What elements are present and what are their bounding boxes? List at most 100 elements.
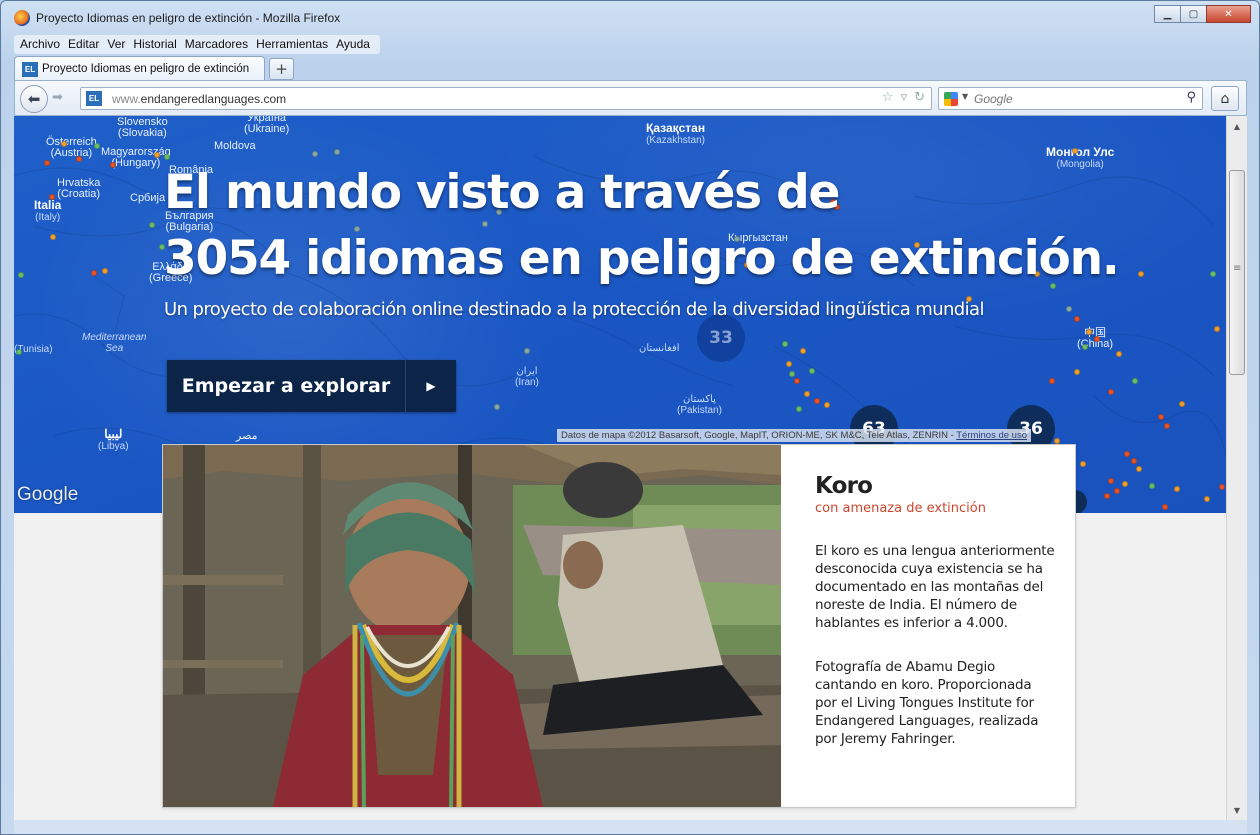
language-name[interactable]: Koro xyxy=(815,473,1055,499)
language-marker[interactable] xyxy=(18,272,24,278)
language-marker[interactable] xyxy=(1074,316,1080,322)
scroll-up-icon[interactable]: ▲ xyxy=(1229,118,1245,134)
search-input[interactable] xyxy=(974,90,1174,107)
language-marker[interactable] xyxy=(1210,271,1216,277)
language-marker[interactable] xyxy=(1131,458,1137,464)
new-tab-button[interactable]: + xyxy=(269,58,294,80)
language-marker[interactable] xyxy=(334,149,340,155)
reload-icon[interactable]: ↻ xyxy=(914,90,925,105)
menu-editar[interactable]: Editar xyxy=(66,35,105,54)
marker-cluster[interactable]: 33 xyxy=(697,314,745,362)
menu-historial[interactable]: Historial xyxy=(131,35,182,54)
map-label-pakistan: پاکستان (Pakistan) xyxy=(677,394,723,416)
language-marker[interactable] xyxy=(1049,378,1055,384)
language-marker[interactable] xyxy=(94,143,100,149)
history-dropdown-icon[interactable]: ▿ xyxy=(901,90,908,105)
language-marker[interactable] xyxy=(91,270,97,276)
language-marker[interactable] xyxy=(494,404,500,410)
back-button[interactable]: ⬅ xyxy=(20,85,48,113)
language-marker[interactable] xyxy=(782,341,788,347)
language-marker[interactable] xyxy=(1072,148,1078,154)
language-marker[interactable] xyxy=(1174,486,1180,492)
language-marker[interactable] xyxy=(1132,378,1138,384)
language-marker[interactable] xyxy=(1158,414,1164,420)
language-marker[interactable] xyxy=(1094,336,1100,342)
language-marker[interactable] xyxy=(1114,488,1120,494)
terms-of-use-link[interactable]: Términos de uso xyxy=(956,430,1027,441)
language-marker[interactable] xyxy=(1204,496,1210,502)
maximize-icon[interactable]: ▢ xyxy=(1180,5,1207,23)
forward-button[interactable]: ➡ xyxy=(52,90,63,105)
language-marker[interactable] xyxy=(804,391,810,397)
language-marker[interactable] xyxy=(1082,344,1088,350)
language-marker[interactable] xyxy=(1214,326,1220,332)
language-marker[interactable] xyxy=(1149,483,1155,489)
back-arrow-icon: ⬅ xyxy=(27,90,41,108)
play-arrow-icon: ▶ xyxy=(405,360,456,412)
language-marker[interactable] xyxy=(786,361,792,367)
menu-archivo[interactable]: Archivo xyxy=(18,35,66,54)
language-marker[interactable] xyxy=(1066,306,1072,312)
language-marker[interactable] xyxy=(789,371,795,377)
language-marker[interactable] xyxy=(1162,504,1168,510)
language-marker[interactable] xyxy=(1116,351,1122,357)
language-marker[interactable] xyxy=(312,151,318,157)
search-icon[interactable]: ⚲ xyxy=(1186,90,1196,105)
language-marker[interactable] xyxy=(1164,423,1170,429)
language-marker[interactable] xyxy=(1080,461,1086,467)
language-marker[interactable] xyxy=(1219,484,1225,490)
scroll-down-icon[interactable]: ▼ xyxy=(1229,802,1245,818)
start-exploring-label: Empezar a explorar xyxy=(181,375,391,397)
language-marker[interactable] xyxy=(524,348,530,354)
language-marker[interactable] xyxy=(824,402,830,408)
search-bar[interactable]: ▼ ⚲ xyxy=(938,87,1203,110)
language-marker[interactable] xyxy=(110,162,116,168)
google-search-engine-icon[interactable] xyxy=(944,92,958,106)
language-marker[interactable] xyxy=(800,348,806,354)
language-marker[interactable] xyxy=(1124,451,1130,457)
vertical-scrollbar[interactable]: ▲ ▼ xyxy=(1226,116,1247,820)
google-logo[interactable]: Google xyxy=(17,484,78,506)
menu-herramientas[interactable]: Herramientas xyxy=(254,35,334,54)
language-marker[interactable] xyxy=(50,234,56,240)
search-engine-dropdown-icon[interactable]: ▼ xyxy=(962,92,968,101)
language-marker[interactable] xyxy=(16,349,22,355)
menu-ver[interactable]: Ver xyxy=(105,35,131,54)
close-icon[interactable]: ✕ xyxy=(1206,5,1251,23)
language-marker[interactable] xyxy=(1136,466,1142,472)
hero-subtitle: Un proyecto de colaboración online desti… xyxy=(164,299,984,320)
url-text[interactable]: www.endangeredlanguages.com xyxy=(112,92,286,106)
language-marker[interactable] xyxy=(154,152,160,158)
language-marker[interactable] xyxy=(1122,481,1128,487)
language-marker[interactable] xyxy=(76,156,82,162)
language-marker[interactable] xyxy=(102,268,108,274)
home-button[interactable]: ⌂ xyxy=(1211,86,1239,111)
language-marker[interactable] xyxy=(49,194,55,200)
language-marker[interactable] xyxy=(814,398,820,404)
language-marker[interactable] xyxy=(149,222,155,228)
language-marker[interactable] xyxy=(1179,401,1185,407)
language-marker[interactable] xyxy=(1074,369,1080,375)
language-marker[interactable] xyxy=(1108,478,1114,484)
window-title: Proyecto Idiomas en peligro de extinción… xyxy=(36,11,341,25)
map-label-croatia: Hrvatska (Croatia) xyxy=(57,177,101,200)
menu-marcadores[interactable]: Marcadores xyxy=(183,35,254,54)
navigation-toolbar: ⬅ ➡ EL www.endangeredlanguages.com ☆ ▿ ↻… xyxy=(14,80,1247,116)
language-marker[interactable] xyxy=(796,406,802,412)
menu-ayuda[interactable]: Ayuda xyxy=(334,35,376,54)
language-marker[interactable] xyxy=(1086,329,1092,335)
language-marker[interactable] xyxy=(794,378,800,384)
language-marker[interactable] xyxy=(44,160,50,166)
start-exploring-button[interactable]: Empezar a explorar ▶ xyxy=(167,360,456,412)
minimize-icon[interactable]: ▁ xyxy=(1154,5,1181,23)
language-marker[interactable] xyxy=(1138,271,1144,277)
language-marker[interactable] xyxy=(1104,493,1110,499)
tab-active[interactable]: EL Proyecto Idiomas en peligro de extinc… xyxy=(14,56,265,81)
language-marker[interactable] xyxy=(61,141,67,147)
language-marker[interactable] xyxy=(809,368,815,374)
language-marker[interactable] xyxy=(1108,389,1114,395)
bookmark-star-icon[interactable]: ☆ xyxy=(882,90,894,105)
url-bar[interactable]: EL www.endangeredlanguages.com ☆ ▿ ↻ xyxy=(80,87,932,110)
scrollbar-thumb[interactable] xyxy=(1229,170,1245,375)
site-identity-icon[interactable]: EL xyxy=(86,91,102,106)
